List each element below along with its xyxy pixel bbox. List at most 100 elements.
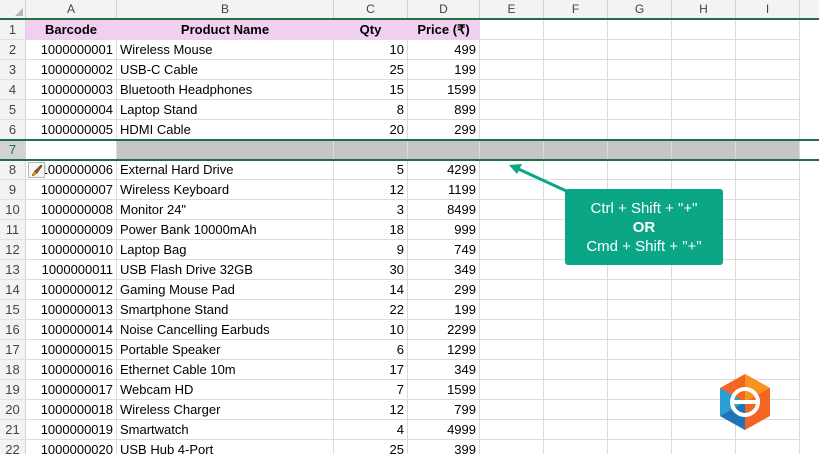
cell-i[interactable] bbox=[736, 120, 800, 140]
cell-e[interactable] bbox=[480, 20, 544, 40]
cell-e[interactable] bbox=[480, 100, 544, 120]
cell-i[interactable] bbox=[736, 260, 800, 280]
cell-d[interactable]: 1599 bbox=[408, 80, 480, 100]
cell-d[interactable]: 1599 bbox=[408, 380, 480, 400]
cell-f[interactable] bbox=[544, 360, 608, 380]
cell-c[interactable]: 25 bbox=[334, 60, 408, 80]
cell-d[interactable]: 199 bbox=[408, 60, 480, 80]
cell-b[interactable]: USB Flash Drive 32GB bbox=[117, 260, 334, 280]
cell-e[interactable] bbox=[480, 200, 544, 220]
cell-d[interactable]: 299 bbox=[408, 280, 480, 300]
cell-a[interactable]: 1000000012 bbox=[26, 280, 117, 300]
cell-i[interactable] bbox=[736, 40, 800, 60]
cell-i[interactable] bbox=[736, 440, 800, 454]
cell-c[interactable]: 18 bbox=[334, 220, 408, 240]
cell-b[interactable]: Webcam HD bbox=[117, 380, 334, 400]
cell-h[interactable] bbox=[672, 20, 736, 40]
row-header[interactable]: 1 bbox=[0, 20, 26, 40]
cell-a[interactable]: 1000000002 bbox=[26, 60, 117, 80]
cell-c[interactable]: 20 bbox=[334, 120, 408, 140]
cell-g[interactable] bbox=[608, 340, 672, 360]
cell-e[interactable] bbox=[480, 420, 544, 440]
cell-a[interactable]: 1000000005 bbox=[26, 120, 117, 140]
cell-e[interactable] bbox=[480, 400, 544, 420]
cell-g[interactable] bbox=[608, 320, 672, 340]
cell-c[interactable]: 15 bbox=[334, 80, 408, 100]
cell-a[interactable]: 1000000008 bbox=[26, 200, 117, 220]
cell-e[interactable] bbox=[480, 360, 544, 380]
cell-b[interactable]: Portable Speaker bbox=[117, 340, 334, 360]
cell-b[interactable]: Wireless Mouse bbox=[117, 40, 334, 60]
cell-a[interactable]: 1000000009 bbox=[26, 220, 117, 240]
cell-a[interactable] bbox=[26, 140, 117, 160]
cell-d[interactable]: 1199 bbox=[408, 180, 480, 200]
cell-g[interactable] bbox=[608, 400, 672, 420]
cell-b[interactable]: External Hard Drive bbox=[117, 160, 334, 180]
cell-a[interactable]: 1000000014 bbox=[26, 320, 117, 340]
cell-c[interactable]: 3 bbox=[334, 200, 408, 220]
cell-d[interactable]: 349 bbox=[408, 360, 480, 380]
cell-c[interactable]: 12 bbox=[334, 180, 408, 200]
cell-d[interactable]: 8499 bbox=[408, 200, 480, 220]
cell-h[interactable] bbox=[672, 120, 736, 140]
cell-b[interactable]: Noise Cancelling Earbuds bbox=[117, 320, 334, 340]
cell-b[interactable]: Ethernet Cable 10m bbox=[117, 360, 334, 380]
cell-i[interactable] bbox=[736, 320, 800, 340]
cell-c[interactable]: 10 bbox=[334, 320, 408, 340]
cell-g[interactable] bbox=[608, 80, 672, 100]
column-header-a[interactable]: A bbox=[26, 0, 117, 18]
row-header[interactable]: 16 bbox=[0, 320, 26, 340]
cell-d[interactable]: 4999 bbox=[408, 420, 480, 440]
cell-e[interactable] bbox=[480, 380, 544, 400]
cell-d[interactable]: 899 bbox=[408, 100, 480, 120]
cell-d[interactable]: Price (₹) bbox=[408, 20, 480, 40]
cell-f[interactable] bbox=[544, 440, 608, 454]
cell-a[interactable]: 1000000010 bbox=[26, 240, 117, 260]
cell-d[interactable]: 199 bbox=[408, 300, 480, 320]
column-header-f[interactable]: F bbox=[544, 0, 608, 18]
cell-i[interactable] bbox=[736, 340, 800, 360]
cell-h[interactable] bbox=[672, 340, 736, 360]
cell-g[interactable] bbox=[608, 60, 672, 80]
cell-f[interactable] bbox=[544, 60, 608, 80]
cell-c[interactable] bbox=[334, 140, 408, 160]
cell-b[interactable]: Smartwatch bbox=[117, 420, 334, 440]
cell-e[interactable] bbox=[480, 140, 544, 160]
cell-i[interactable] bbox=[736, 180, 800, 200]
cell-f[interactable] bbox=[544, 140, 608, 160]
cell-a[interactable]: 1000000020 bbox=[26, 440, 117, 454]
cell-e[interactable] bbox=[480, 260, 544, 280]
cell-a[interactable]: 1000000013 bbox=[26, 300, 117, 320]
paintbrush-icon[interactable] bbox=[28, 162, 45, 178]
row-header[interactable]: 7 bbox=[0, 140, 26, 160]
cell-g[interactable] bbox=[608, 100, 672, 120]
cell-f[interactable] bbox=[544, 280, 608, 300]
row-header[interactable]: 4 bbox=[0, 80, 26, 100]
column-header-h[interactable]: H bbox=[672, 0, 736, 18]
cell-a[interactable]: 1000000017 bbox=[26, 380, 117, 400]
cell-e[interactable] bbox=[480, 240, 544, 260]
cell-c[interactable]: 22 bbox=[334, 300, 408, 320]
cell-h[interactable] bbox=[672, 320, 736, 340]
cell-i[interactable] bbox=[736, 140, 800, 160]
row-header[interactable]: 10 bbox=[0, 200, 26, 220]
cell-a[interactable]: 1000000001 bbox=[26, 40, 117, 60]
cell-a[interactable]: 1000000007 bbox=[26, 180, 117, 200]
cell-d[interactable]: 999 bbox=[408, 220, 480, 240]
cell-b[interactable]: Smartphone Stand bbox=[117, 300, 334, 320]
cell-g[interactable] bbox=[608, 140, 672, 160]
cell-c[interactable]: 5 bbox=[334, 160, 408, 180]
cell-e[interactable] bbox=[480, 440, 544, 454]
cell-e[interactable] bbox=[480, 280, 544, 300]
cell-c[interactable]: 6 bbox=[334, 340, 408, 360]
row-header[interactable]: 11 bbox=[0, 220, 26, 240]
cell-b[interactable] bbox=[117, 140, 334, 160]
cell-a[interactable]: 1000000003 bbox=[26, 80, 117, 100]
cell-c[interactable]: 10 bbox=[334, 40, 408, 60]
cell-b[interactable]: Monitor 24" bbox=[117, 200, 334, 220]
cell-f[interactable] bbox=[544, 80, 608, 100]
column-header-b[interactable]: B bbox=[117, 0, 334, 18]
cell-d[interactable]: 799 bbox=[408, 400, 480, 420]
column-header-d[interactable]: D bbox=[408, 0, 480, 18]
row-header[interactable]: 17 bbox=[0, 340, 26, 360]
